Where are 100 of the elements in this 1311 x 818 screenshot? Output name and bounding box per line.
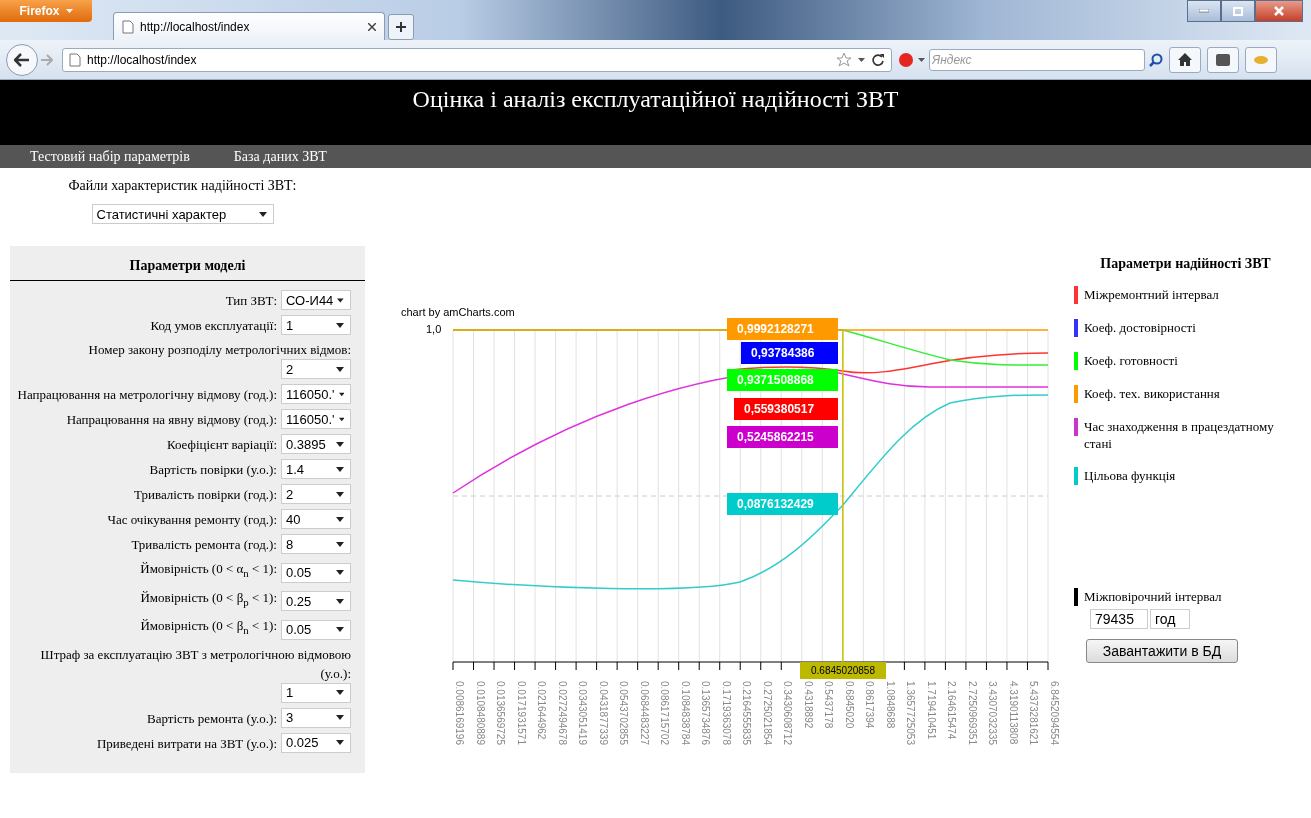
browser-tab[interactable]: http://localhost/index <box>113 12 385 40</box>
caret-icon <box>258 211 267 217</box>
axis-label: 0.6845020 <box>843 681 855 729</box>
oval-icon <box>1253 53 1269 66</box>
value-dropdown[interactable]: 1 <box>281 682 351 703</box>
panel-title: Параметри моделі <box>129 258 246 273</box>
caret-icon <box>336 516 344 522</box>
value-dropdown[interactable]: 0.05 <box>281 619 351 640</box>
caret-icon <box>336 466 344 472</box>
interval-field[interactable]: 79435 <box>1090 609 1148 629</box>
legend-label: Міжремонтний інтервал <box>1084 286 1219 303</box>
close-icon[interactable] <box>368 22 376 31</box>
field-label: Ймовірність (0 < β$_{p}$ < 1): <box>140 588 277 610</box>
caret-icon <box>336 690 344 696</box>
value-dropdown[interactable]: 0.025 <box>281 732 351 753</box>
value-dropdown[interactable]: 2 <box>281 359 351 379</box>
caret-icon[interactable] <box>858 57 865 62</box>
value-dropdown[interactable]: 0.3895 <box>281 434 351 454</box>
arrow-left-icon <box>14 52 30 67</box>
axis-label: 3.4307032335 <box>987 681 999 745</box>
value-balloon: 0,93784386 <box>741 342 838 364</box>
nav-link[interactable]: База даних ЗВТ <box>233 148 327 165</box>
field-label: Тривалість ремонта (год.): <box>131 536 277 554</box>
axis-label: 0.0431877339 <box>597 681 609 745</box>
legend-marker <box>1074 588 1078 606</box>
caret-icon <box>336 598 344 604</box>
field-label: Номер закону розподілу метрологічних відмов: <box>88 341 351 359</box>
back-button[interactable] <box>6 43 38 76</box>
field-label: Тривалість повірки (год.): <box>134 486 277 504</box>
axis-label: 0.0136569725 <box>495 681 507 745</box>
value-dropdown[interactable]: 3 <box>281 707 351 728</box>
legend-label: Час знаходження в працездатному стані <box>1084 418 1275 452</box>
house-icon <box>1178 53 1192 66</box>
chart-credit[interactable]: chart by amCharts.com <box>401 306 515 318</box>
axis-label: 0.4318892 <box>802 681 814 729</box>
arrow-right-icon <box>41 53 53 66</box>
value-dropdown[interactable]: 0.25 <box>281 591 351 612</box>
square-icon <box>1216 53 1230 66</box>
axis-label: 0.0861715702 <box>659 681 671 745</box>
field-label: Тип ЗВТ: <box>225 292 277 310</box>
axis-label: 0.021644962 <box>536 681 548 740</box>
page-title: Оцінка і аналіз експлуатаційної надійності ЗВТ <box>412 86 899 112</box>
caret-icon <box>336 322 344 328</box>
cursor-label: 0.6845020858 <box>800 662 886 679</box>
caret-icon <box>338 416 344 422</box>
axis-label: 0.3430608712 <box>782 681 794 745</box>
unit-field[interactable]: год <box>1150 609 1190 629</box>
legend-label: Коеф. достовірності <box>1084 319 1196 336</box>
axis-label: 6.8452094554 <box>1049 681 1060 745</box>
value-dropdown[interactable]: 40 <box>281 509 351 529</box>
caret-icon[interactable] <box>918 57 925 62</box>
caret-icon <box>336 491 344 497</box>
search-field[interactable]: Яндекс <box>929 48 1145 71</box>
value-dropdown[interactable]: 1 <box>281 315 351 335</box>
close-button[interactable] <box>1255 0 1303 22</box>
value-dropdown[interactable]: СО-И44 <box>281 290 351 310</box>
caret-icon <box>65 9 73 13</box>
field-label: Ймовірність (0 < β$_{n}$ < 1): <box>140 617 277 638</box>
minimize-button[interactable] <box>1187 0 1221 22</box>
new-tab-button[interactable] <box>388 14 414 40</box>
axis-label: 0.8617394 <box>864 681 876 729</box>
bookmarks-button[interactable] <box>1207 46 1239 73</box>
save-to-db-button[interactable]: Завантажити в БД <box>1086 639 1238 663</box>
axis-label: 4.3190113808 <box>1007 681 1019 745</box>
axis-label: 2.164615474 <box>946 681 958 740</box>
close-icon <box>1274 6 1284 16</box>
axis-label: 5.4373281621 <box>1028 681 1040 745</box>
caret-icon <box>336 570 344 576</box>
value-dropdown[interactable]: 0.05 <box>281 562 351 583</box>
star-icon[interactable] <box>836 52 852 67</box>
maximize-icon <box>1233 6 1243 16</box>
value-dropdown[interactable]: 116050.' <box>281 409 351 429</box>
field-label: Напрацювання на явну відмову (год.): <box>66 411 277 429</box>
axis-label: 0.2725021854 <box>761 681 773 745</box>
files-dropdown[interactable]: Статистичні характер <box>91 204 274 224</box>
axis-label: 0.2164555835 <box>741 681 753 745</box>
axis-label: 0.0171931571 <box>515 681 527 745</box>
legend-label: Коеф. готовності <box>1084 352 1178 369</box>
legend-label: Цільова функція <box>1084 467 1176 484</box>
field-label: Вартість ремонта (у.о.): <box>147 709 277 728</box>
axis-label: 1,0 <box>426 323 442 335</box>
axis-label: 0.0684483227 <box>638 681 650 745</box>
address-bar[interactable]: http://localhost/index <box>62 47 892 72</box>
nav-link[interactable]: Тестовий набір параметрів <box>30 148 190 165</box>
value-dropdown[interactable]: 8 <box>281 534 351 554</box>
value-dropdown[interactable]: 2 <box>281 484 351 504</box>
axis-label: 0.0108480889 <box>474 681 486 745</box>
axis-label: 0.1365734876 <box>700 681 712 745</box>
field-label: Код умов експлуатації: <box>150 317 277 335</box>
value-balloon: 0,9992128271 <box>727 318 838 340</box>
field-label: Вартість повірки (у.о.): <box>149 461 277 479</box>
axis-label: 0.0543702855 <box>618 681 630 745</box>
maximize-button[interactable] <box>1221 0 1255 22</box>
home-button[interactable] <box>1169 46 1201 73</box>
value-dropdown[interactable]: 116050.' <box>281 384 351 404</box>
value-dropdown[interactable]: 1.4 <box>281 459 351 479</box>
reload-icon[interactable] <box>871 52 885 67</box>
axis-label: 0.0272494678 <box>556 681 568 745</box>
search-icon[interactable] <box>1149 52 1163 67</box>
files-label: Файли характеристик надійності ЗВТ: <box>68 178 297 193</box>
